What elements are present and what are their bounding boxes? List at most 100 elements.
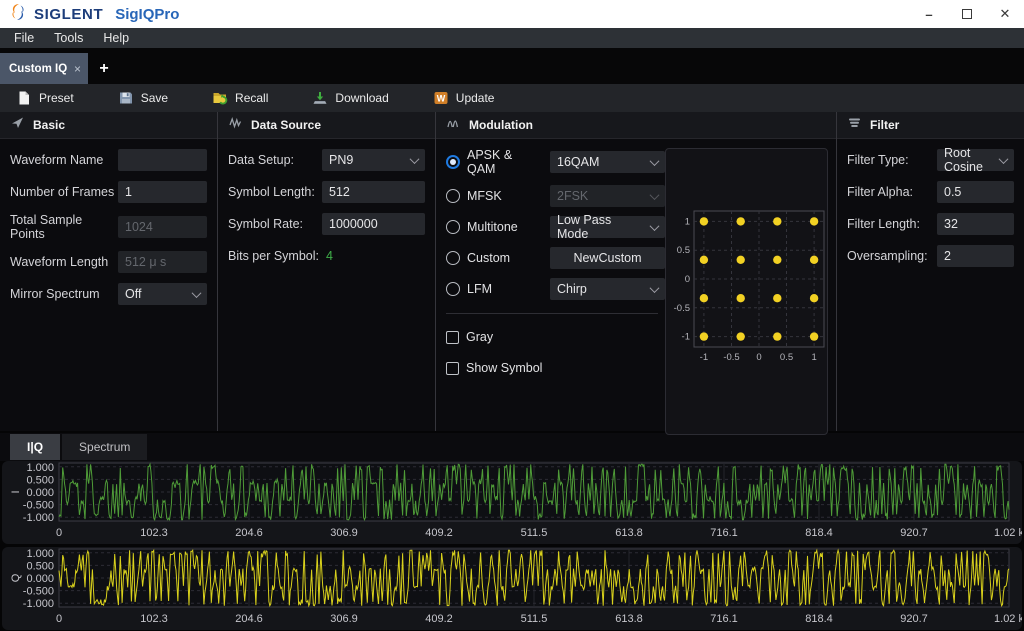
svg-text:102.3: 102.3: [140, 527, 168, 539]
panel-title: Modulation: [469, 118, 533, 132]
chevron-down-icon: [999, 154, 1009, 164]
document-icon: [16, 90, 32, 106]
menu-file[interactable]: File: [4, 29, 44, 47]
close-button[interactable]: ✕: [986, 0, 1024, 28]
custom-name-field[interactable]: NewCustom: [550, 247, 665, 269]
svg-text:1: 1: [685, 216, 690, 227]
settings-panels: Basic Waveform Name Number of Frames Tot…: [0, 112, 1024, 431]
spectrum-peaks-icon: [447, 116, 460, 134]
q-waveform-panel: 0102.3204.6306.9409.2511.5613.8716.1818.…: [2, 547, 1022, 630]
toolbar: Preset Save Recall Download W Update: [0, 84, 1024, 112]
save-button[interactable]: Save: [108, 87, 178, 109]
svg-text:920.7: 920.7: [900, 613, 928, 625]
svg-text:920.7: 920.7: [900, 527, 928, 539]
svg-text:409.2: 409.2: [425, 613, 453, 625]
add-tab-button[interactable]: +: [88, 53, 120, 84]
chevron-down-icon: [192, 288, 202, 298]
tab-spectrum[interactable]: Spectrum: [62, 434, 147, 460]
apsk-qam-type-select[interactable]: 16QAM: [550, 151, 665, 173]
svg-text:102.3: 102.3: [140, 613, 168, 625]
multitone-radio[interactable]: [446, 220, 460, 234]
modulation-option-row: MFSK 2FSK: [446, 185, 658, 207]
svg-text:-1.000: -1.000: [23, 598, 54, 610]
field-row: Mirror Spectrum Off: [10, 283, 207, 305]
waveform-length-field: 512 μ s: [118, 251, 207, 273]
svg-text:1.02 k: 1.02 k: [994, 613, 1022, 625]
data-setup-select[interactable]: PN9: [322, 149, 425, 171]
lfm-radio[interactable]: [446, 282, 460, 296]
filter-icon: [848, 116, 861, 134]
apsk-qam-radio[interactable]: [446, 155, 460, 169]
chevron-down-icon: [410, 154, 420, 164]
menu-tools[interactable]: Tools: [44, 29, 93, 47]
menu-help[interactable]: Help: [93, 29, 139, 47]
siglent-logo-icon: [8, 2, 28, 27]
maximize-button[interactable]: [948, 0, 986, 28]
svg-text:-0.5: -0.5: [723, 352, 739, 363]
panel-title: Filter: [870, 118, 899, 132]
tab-label: Custom IQ: [9, 63, 67, 75]
update-button[interactable]: W Update: [423, 87, 505, 109]
waveform-icon: [229, 116, 242, 134]
q-waveform-plot: 0102.3204.6306.9409.2511.5613.8716.1818.…: [2, 547, 1022, 629]
panel-filter: Filter Filter Type: Root Cosine Filter A…: [837, 112, 1024, 431]
divider: [446, 313, 658, 314]
custom-radio[interactable]: [446, 251, 460, 265]
chevron-down-icon: [650, 283, 660, 293]
preset-button[interactable]: Preset: [6, 87, 84, 109]
svg-text:0.000: 0.000: [26, 573, 54, 585]
filter-length-input[interactable]: [937, 213, 1014, 235]
brand-text: SIGLENT: [34, 6, 103, 23]
panel-data-source: Data Source Data Setup: PN9 Symbol Lengt…: [218, 112, 436, 431]
chevron-down-icon: [650, 221, 660, 231]
svg-text:0.000: 0.000: [26, 487, 54, 499]
download-button[interactable]: Download: [302, 87, 398, 109]
tab-close-icon[interactable]: ×: [74, 62, 81, 76]
chevron-down-icon: [650, 156, 660, 166]
multitone-mode-select[interactable]: Low Pass Mode: [550, 216, 665, 238]
modulation-option-row: Multitone Low Pass Mode: [446, 216, 658, 238]
mfsk-radio[interactable]: [446, 189, 460, 203]
tab-iq[interactable]: I|Q: [10, 434, 60, 460]
svg-text:-0.5: -0.5: [674, 303, 690, 314]
svg-text:0.500: 0.500: [26, 474, 54, 486]
field-row: Oversampling:: [847, 245, 1014, 267]
svg-text:613.8: 613.8: [615, 613, 643, 625]
waveform-name-input[interactable]: [118, 149, 207, 171]
number-of-frames-input[interactable]: [118, 181, 207, 203]
field-row: Symbol Length:: [228, 181, 425, 203]
symbol-length-input[interactable]: [322, 181, 425, 203]
field-row: Number of Frames: [10, 181, 207, 203]
field-row: Total Sample Points 1024: [10, 213, 207, 241]
svg-text:613.8: 613.8: [615, 527, 643, 539]
svg-text:1.02 k: 1.02 k: [994, 527, 1022, 539]
svg-text:-1: -1: [700, 352, 708, 363]
filter-type-select[interactable]: Root Cosine: [937, 149, 1014, 171]
gray-checkbox[interactable]: [446, 331, 459, 344]
panel-title: Basic: [33, 118, 65, 132]
svg-text:1: 1: [811, 352, 816, 363]
tab-custom-iq[interactable]: Custom IQ ×: [0, 53, 88, 84]
svg-text:818.4: 818.4: [805, 613, 833, 625]
recall-button[interactable]: Recall: [202, 87, 278, 109]
show-symbol-checkbox[interactable]: [446, 362, 459, 375]
svg-text:0: 0: [685, 274, 690, 285]
mirror-spectrum-select[interactable]: Off: [118, 283, 207, 305]
modulation-option-row: APSK & QAM 16QAM: [446, 148, 658, 176]
svg-text:204.6: 204.6: [235, 613, 263, 625]
svg-text:306.9: 306.9: [330, 527, 358, 539]
lfm-type-select[interactable]: Chirp: [550, 278, 665, 300]
field-row: Data Setup: PN9: [228, 149, 425, 171]
svg-text:818.4: 818.4: [805, 527, 833, 539]
symbol-rate-input[interactable]: [322, 213, 425, 235]
update-w-icon: W: [433, 90, 449, 106]
panel-basic: Basic Waveform Name Number of Frames Tot…: [0, 112, 218, 431]
svg-text:1.000: 1.000: [26, 462, 54, 474]
minimize-button[interactable]: –: [910, 0, 948, 28]
panel-title: Data Source: [251, 118, 321, 132]
svg-text:0.500: 0.500: [26, 560, 54, 572]
i-waveform-plot: 0102.3204.6306.9409.2511.5613.8716.1818.…: [2, 461, 1022, 543]
oversampling-input[interactable]: [937, 245, 1014, 267]
app-name: SigIQPro: [115, 6, 179, 23]
filter-alpha-input[interactable]: [937, 181, 1014, 203]
